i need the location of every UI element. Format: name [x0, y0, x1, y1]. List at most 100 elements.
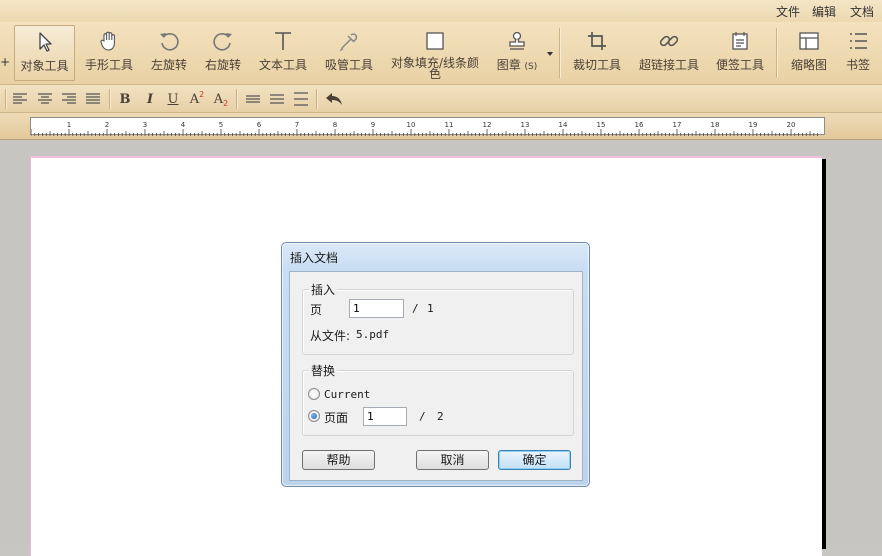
ruler-bar: 1 2 3 4 5 6 7 8 9 10 11 12 13 14 15 16 17 18 19 20	[0, 113, 882, 140]
hand-tool-label: 手形工具	[84, 58, 133, 72]
fill-line-color-button[interactable]: 对象填充/线条颜 色	[388, 25, 482, 81]
from-file-name: 5.pdf	[356, 328, 390, 341]
ruler-number: 3	[143, 121, 147, 129]
pin-icon[interactable]: +	[0, 55, 10, 69]
ruler-number: 5	[219, 121, 223, 129]
format-divider	[236, 89, 237, 109]
replace-page-input[interactable]: 1	[363, 407, 407, 426]
rotate-right-button[interactable]: 右旋转	[200, 25, 246, 81]
insert-page-input[interactable]: 1	[349, 299, 404, 318]
crop-tool-button[interactable]: 裁切工具	[570, 25, 624, 81]
stamp-tool-button[interactable]: 图章 (S)	[494, 25, 540, 81]
stamp-dropdown-arrow-icon[interactable]	[547, 52, 553, 56]
replace-page-total: 2	[437, 410, 444, 423]
align-center-icon[interactable]	[36, 90, 54, 108]
fill-line-color-label: 对象填充/线条颜 色	[390, 56, 480, 81]
align-right-icon[interactable]	[60, 90, 78, 108]
radio-current[interactable]	[308, 388, 320, 400]
insert-document-dialog: 插入文档 插入 页 1 / 1 从文件: 5.pdf 替换 Current 页面…	[281, 242, 590, 487]
thumbnail-button[interactable]: 缩略图	[786, 25, 832, 81]
undo-arrow-icon[interactable]	[323, 90, 345, 108]
ruler-number: 17	[673, 121, 682, 129]
radio-current-label[interactable]: Current	[324, 388, 370, 401]
ruler-number: 19	[749, 121, 758, 129]
hyperlink-tool-label: 超链接工具	[638, 58, 699, 72]
page-edge-shadow	[822, 159, 826, 549]
align-left-icon[interactable]	[11, 90, 29, 108]
menu-file[interactable]: 文件	[776, 3, 800, 20]
format-divider	[109, 89, 110, 109]
ruler-number: 7	[295, 121, 299, 129]
hyperlink-tool-button[interactable]: 超链接工具	[636, 25, 702, 81]
ruler-number: 13	[521, 121, 530, 129]
ruler-number: 12	[483, 121, 492, 129]
object-tool-label: 对象工具	[20, 59, 69, 73]
ruler-number: 9	[371, 121, 375, 129]
main-toolbar: + 对象工具 手形工具 左旋转 右旋转 文本工具 吸管工具 对象填充/线条颜 色…	[0, 22, 882, 85]
insert-page-separator: /	[412, 302, 419, 315]
ruler-number: 10	[407, 121, 416, 129]
stamp-tool-label: 图章 (S)	[496, 58, 538, 73]
eyedropper-tool-label: 吸管工具	[324, 58, 373, 72]
format-divider	[316, 89, 317, 109]
bold-button[interactable]: B	[116, 90, 134, 108]
ruler-number: 8	[333, 121, 337, 129]
eyedropper-tool-button[interactable]: 吸管工具	[322, 25, 376, 81]
insert-group: 插入 页 1 / 1 从文件: 5.pdf	[302, 281, 574, 355]
line-spacing-double-icon[interactable]	[292, 90, 310, 108]
line-spacing-single-icon[interactable]	[244, 90, 262, 108]
ruler-number: 16	[635, 121, 644, 129]
ruler-number: 2	[105, 121, 109, 129]
note-tool-button[interactable]: 便签工具	[713, 25, 767, 81]
replace-page-separator: /	[419, 410, 426, 423]
format-divider	[5, 89, 6, 109]
rotate-right-icon	[213, 33, 232, 51]
help-button[interactable]: 帮助	[302, 450, 375, 470]
ruler-number: 4	[181, 121, 186, 129]
ruler-ticks: 1 2 3 4 5 6 7 8 9 10 11 12 13 14 15 16 17 18 19 20	[30, 121, 818, 136]
from-file-label: 从文件:	[310, 329, 351, 343]
insert-page-total: 1	[427, 302, 434, 315]
ruler-number: 11	[445, 121, 454, 129]
ruler-number: 1	[67, 121, 71, 129]
italic-button[interactable]: I	[141, 90, 159, 108]
menu-bar: 文件 编辑 文档	[0, 0, 882, 22]
hand-icon	[100, 31, 115, 51]
horizontal-ruler[interactable]: 1 2 3 4 5 6 7 8 9 10 11 12 13 14 15 16 17 18 19 20	[30, 117, 825, 136]
ok-button[interactable]: 确定	[498, 450, 571, 470]
subscript-button[interactable]: A 2	[212, 90, 230, 109]
cursor-arrow-icon	[38, 32, 52, 52]
toolbar-divider	[559, 28, 560, 78]
chain-link-icon	[659, 35, 679, 47]
replace-group: 替换 Current 页面 1 / 2	[302, 362, 574, 436]
thumbnail-label: 缩略图	[790, 58, 827, 72]
crop-tool-label: 裁切工具	[572, 58, 621, 72]
bookmark-button[interactable]: 书签	[838, 25, 878, 81]
hand-tool-button[interactable]: 手形工具	[82, 25, 136, 81]
superscript-button[interactable]: A 2	[188, 90, 206, 108]
sticky-note-icon	[732, 32, 748, 50]
rotate-left-button[interactable]: 左旋转	[146, 25, 192, 81]
object-tool-button[interactable]: 对象工具	[14, 25, 75, 81]
radio-page-label[interactable]: 页面	[324, 409, 348, 426]
text-tool-button[interactable]: 文本工具	[256, 25, 310, 81]
menu-document[interactable]: 文档	[850, 3, 874, 20]
ruler-number: 18	[711, 121, 720, 129]
underline-button[interactable]: U	[164, 90, 182, 108]
toolbar-divider	[776, 28, 777, 78]
rotate-left-icon	[160, 33, 179, 51]
dialog-title: 插入文档	[290, 251, 339, 265]
line-spacing-medium-icon[interactable]	[268, 90, 286, 108]
bookmark-label: 书签	[845, 58, 870, 72]
fill-color-square-icon	[426, 32, 444, 50]
thumbnail-panel-icon	[799, 32, 819, 50]
ruler-number: 20	[787, 121, 796, 129]
ruler-number: 15	[597, 121, 606, 129]
cancel-button[interactable]: 取消	[416, 450, 489, 470]
align-justify-icon[interactable]	[84, 90, 102, 108]
radio-page[interactable]	[308, 410, 320, 422]
menu-edit[interactable]: 编辑	[812, 3, 836, 20]
format-toolbar: B I U A 2 A 2	[0, 85, 882, 113]
stamp-icon	[509, 31, 525, 50]
ruler-number: 6	[257, 121, 262, 129]
